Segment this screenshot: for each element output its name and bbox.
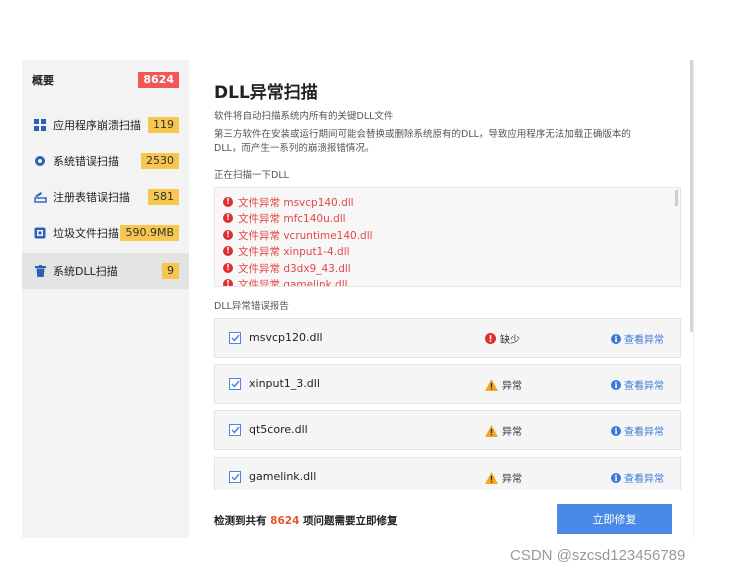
error-icon: !	[223, 213, 233, 223]
count-badge: 9	[162, 263, 179, 279]
error-icon: !	[223, 230, 233, 240]
table-row: msvcp120.dll 缺少 i 查看异常	[214, 318, 681, 358]
count-badge: 119	[148, 117, 179, 133]
count-badge: 590.9MB	[120, 225, 179, 241]
table-row: xinput1_3.dll 异常 i 查看异常	[214, 364, 681, 404]
view-exception-link[interactable]: i 查看异常	[611, 331, 664, 346]
fix-now-button[interactable]: 立即修复	[557, 504, 672, 534]
check-icon	[230, 380, 240, 388]
sidebar: 概要 8624 应用程序崩溃扫描 119 系统错误扫描 2530 注册表错误扫描…	[22, 60, 189, 538]
count-badge: 581	[148, 189, 179, 205]
count-badge: 2530	[141, 153, 179, 169]
warning-icon	[485, 378, 498, 391]
error-icon: !	[223, 279, 233, 286]
warning-icon	[485, 424, 498, 437]
info-icon: i	[611, 333, 621, 344]
error-icon: !	[223, 263, 233, 273]
grid-icon	[33, 118, 47, 132]
scan-log[interactable]: ! 文件异常 msvcp140.dll ! 文件异常 mfc140u.dll !…	[214, 187, 681, 287]
info-icon: i	[611, 425, 621, 436]
sidebar-item-system-error-scan[interactable]: 系统错误扫描 2530	[22, 143, 189, 179]
file-name: xinput1_3.dll	[249, 377, 320, 390]
check-icon	[230, 426, 240, 434]
view-exception-link[interactable]: i 查看异常	[611, 423, 664, 438]
scan-log-scrollbar[interactable]	[675, 190, 678, 206]
status-badge: 异常	[485, 423, 522, 438]
info-icon: i	[611, 379, 621, 390]
sidebar-item-overview[interactable]: 概要 8624	[22, 62, 189, 98]
description-line: DLL，而产生一系列的崩溃报错情况。	[214, 143, 375, 154]
warning-icon	[485, 471, 498, 484]
info-icon: i	[611, 472, 621, 483]
scan-log-line: ! 文件异常 xinput1-4.dll	[223, 243, 350, 259]
scan-log-line: ! 文件异常 mfc140u.dll	[223, 210, 346, 226]
file-name: qt5core.dll	[249, 423, 308, 436]
row-checkbox[interactable]	[229, 332, 241, 344]
status-badge: 缺少	[485, 331, 520, 346]
watermark: CSDN @szcsd123456789	[510, 547, 686, 564]
scan-label: 正在扫描一下DLL	[214, 170, 289, 181]
row-checkbox[interactable]	[229, 378, 241, 390]
table-row: gamelink.dll 异常 i 查看异常	[214, 457, 681, 490]
status-badge: 异常	[485, 470, 522, 485]
description-line: 第三方软件在安装或运行期间可能会替换或删除系统原有的DLL，导致应用程序无法加载…	[214, 129, 631, 140]
sidebar-item-app-crash-scan[interactable]: 应用程序崩溃扫描 119	[22, 107, 189, 143]
report-list[interactable]: msvcp120.dll 缺少 i 查看异常 xinput1_3.dll 异常 …	[214, 318, 682, 490]
missing-icon	[485, 333, 496, 344]
view-exception-link[interactable]: i 查看异常	[611, 377, 664, 392]
description-line: 软件将自动扫描系统内所有的关键DLL文件	[214, 111, 394, 122]
cleanup-icon	[33, 226, 47, 240]
registry-icon	[33, 190, 47, 204]
check-icon	[230, 473, 240, 481]
sidebar-item-junk-file-scan[interactable]: 垃圾文件扫描 590.9MB	[22, 215, 189, 251]
scan-log-line: ! 文件异常 msvcp140.dll	[223, 194, 354, 210]
row-checkbox[interactable]	[229, 424, 241, 436]
file-name: gamelink.dll	[249, 470, 317, 483]
panel-divider	[693, 60, 694, 538]
view-exception-link[interactable]: i 查看异常	[611, 470, 664, 485]
gear-icon	[33, 154, 47, 168]
status-badge: 异常	[485, 377, 522, 392]
scan-log-line: ! 文件异常 vcruntime140.dll	[223, 227, 373, 243]
count-badge: 8624	[138, 72, 179, 88]
page-title: DLL异常扫描	[214, 83, 318, 103]
report-label: DLL异常错误报告	[214, 301, 289, 312]
scan-log-line: ! 文件异常 d3dx9_43.dll	[223, 260, 351, 276]
scan-log-line: ! 文件异常 gamelink.dll	[223, 276, 348, 286]
file-name: msvcp120.dll	[249, 331, 323, 344]
sidebar-item-system-dll-scan[interactable]: 系统DLL扫描 9	[22, 253, 189, 289]
trash-icon	[33, 264, 47, 278]
error-icon: !	[223, 246, 233, 256]
issue-summary: 检测到共有 8624 项问题需要立即修复	[214, 515, 398, 527]
row-checkbox[interactable]	[229, 471, 241, 483]
error-icon: !	[223, 197, 233, 207]
table-row: qt5core.dll 异常 i 查看异常	[214, 410, 681, 450]
sidebar-item-registry-scan[interactable]: 注册表错误扫描 581	[22, 179, 189, 215]
issue-count: 8624	[270, 515, 300, 527]
check-icon	[230, 334, 240, 342]
